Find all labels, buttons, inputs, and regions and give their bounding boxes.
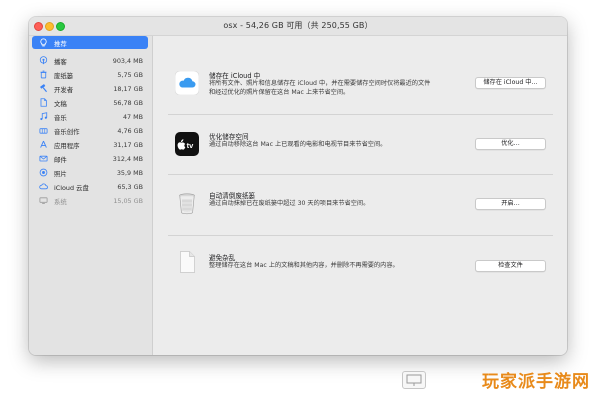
sidebar-item-applications[interactable]: 应用程序 31,17 GB xyxy=(32,138,148,151)
document-icon xyxy=(39,98,48,107)
document-file-icon xyxy=(175,250,199,274)
section-description: 通过自动抹掉已在废纸篓中超过 30 天的项目来节省空间。 xyxy=(209,200,370,207)
sidebar-item-label: 音乐 xyxy=(54,114,67,122)
svg-text:tv: tv xyxy=(187,141,194,150)
sidebar-item-label: 照片 xyxy=(54,170,67,178)
sidebar-item-size: 4,76 GB xyxy=(117,127,143,135)
sidebar-item-size: 15,05 GB xyxy=(113,197,143,205)
turn-on-button[interactable]: 开启… xyxy=(475,198,546,210)
hammer-icon xyxy=(39,84,48,93)
sidebar-item-mail[interactable]: 邮件 312,4 MB xyxy=(32,152,148,165)
section-description: 通过自动移除这台 Mac 上已观看的电影和电视节目来节省空间。 xyxy=(209,141,387,148)
trash-bin-icon xyxy=(175,191,199,215)
watermark-text: 玩家派手游网 xyxy=(482,372,590,392)
sidebar-item-label: 应用程序 xyxy=(54,142,80,150)
sidebar-item-label: 推荐 xyxy=(54,40,67,48)
sidebar-item-trash[interactable]: 废纸篓 5,75 GB xyxy=(32,68,148,81)
optimize-button[interactable]: 优化… xyxy=(475,138,546,150)
store-in-icloud-button[interactable]: 储存在 iCloud 中… xyxy=(475,77,546,89)
sidebar-item-developer[interactable]: 开发者 18,17 GB xyxy=(32,82,148,95)
review-files-button[interactable]: 检查文件 xyxy=(475,260,546,272)
sidebar-item-label: iCloud 云盘 xyxy=(54,184,89,192)
sidebar-item-recommendations[interactable]: 推荐 xyxy=(32,36,148,49)
sidebar-item-podcasts[interactable]: 播客 903,4 MB xyxy=(32,54,148,67)
sidebar-item-label: 系统 xyxy=(54,198,67,206)
sidebar-item-photos[interactable]: 照片 35,9 MB xyxy=(32,166,148,179)
sidebar-item-size: 18,17 GB xyxy=(113,85,143,93)
window-title: osx - 54,26 GB 可用（共 250,55 GB） xyxy=(223,21,373,30)
recommendations-panel: 储存在 iCloud 中 将所有文件、照片和信息储存在 iCloud 中，并在需… xyxy=(153,36,567,355)
divider xyxy=(168,174,553,175)
sidebar-item-documents[interactable]: 文稿 56,78 GB xyxy=(32,96,148,109)
sidebar-item-size: 5,75 GB xyxy=(117,71,143,79)
sidebar-item-label: 文稿 xyxy=(54,100,67,108)
podcast-icon xyxy=(39,56,48,65)
sidebar-item-size: 65,3 GB xyxy=(117,183,143,191)
sidebar-item-size: 903,4 MB xyxy=(112,57,143,65)
trash-icon xyxy=(39,70,48,79)
mail-icon xyxy=(39,154,48,163)
storage-management-window: osx - 54,26 GB 可用（共 250,55 GB） 推荐 播客 903… xyxy=(29,17,567,355)
sidebar-item-size: 47 MB xyxy=(122,113,143,121)
section-description: 整理储存在这台 Mac 上的文稿和其他内容，并删除不再需要的内容。 xyxy=(209,262,399,269)
sidebar-item-size: 56,78 GB xyxy=(113,99,143,107)
cloud-icon xyxy=(39,182,48,191)
sidebar-item-system[interactable]: 系统 15,05 GB xyxy=(32,194,148,207)
sidebar-item-size: 31,17 GB xyxy=(113,141,143,149)
app-store-icon xyxy=(39,140,48,149)
photos-icon xyxy=(39,168,48,177)
apple-tv-icon: tv xyxy=(175,132,199,156)
sidebar-item-label: 播客 xyxy=(54,58,67,66)
watermark-logo-icon xyxy=(402,371,426,389)
section-description: 将所有文件、照片和信息储存在 iCloud 中，并在需要储存空间时仅将最近的文件 xyxy=(209,80,431,87)
divider xyxy=(168,114,553,115)
sidebar-item-icloud-drive[interactable]: iCloud 云盘 65,3 GB xyxy=(32,180,148,193)
divider xyxy=(168,235,553,236)
sidebar-item-label: 开发者 xyxy=(54,86,74,94)
icloud-icon xyxy=(174,70,200,96)
sidebar-item-label: 音乐创作 xyxy=(54,128,80,136)
sidebar-item-label: 邮件 xyxy=(54,156,67,164)
music-note-icon xyxy=(39,112,48,121)
sidebar-item-label: 废纸篓 xyxy=(54,72,74,80)
sidebar-item-music[interactable]: 音乐 47 MB xyxy=(32,110,148,123)
lightbulb-icon xyxy=(39,38,48,47)
system-icon xyxy=(39,196,48,205)
sidebar-item-music-creation[interactable]: 音乐创作 4,76 GB xyxy=(32,124,148,137)
section-description: 和经过优化的照片保留在这台 Mac 上来节省空间。 xyxy=(209,89,350,96)
title-bar: osx - 54,26 GB 可用（共 250,55 GB） xyxy=(29,17,567,36)
sidebar: 推荐 播客 903,4 MB 废纸篓 5,75 GB 开发者 18,17 GB xyxy=(29,36,153,355)
sidebar-item-size: 35,9 MB xyxy=(116,169,143,177)
music-creation-icon xyxy=(39,126,48,135)
sidebar-item-size: 312,4 MB xyxy=(112,155,143,163)
